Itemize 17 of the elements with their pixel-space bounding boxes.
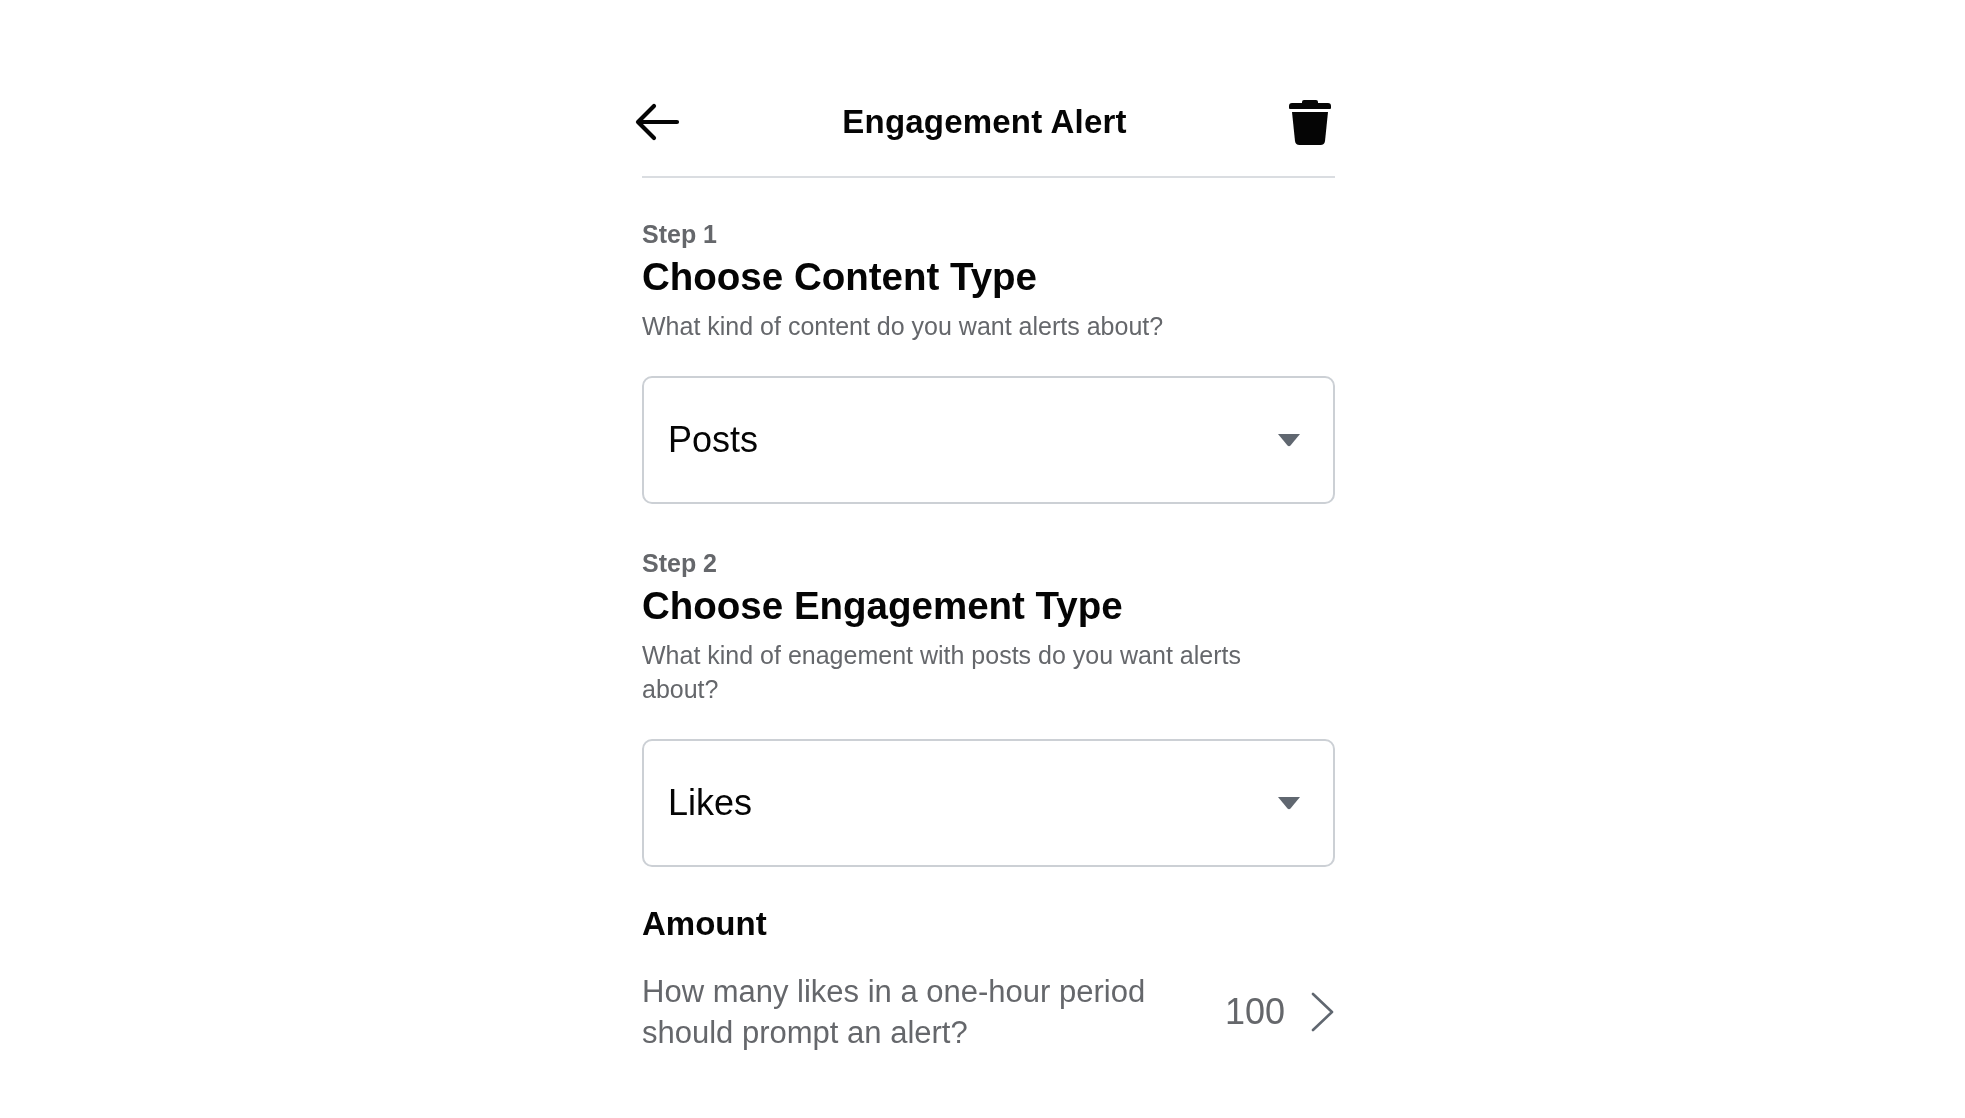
dropdown[interactable]: Posts [642, 376, 1335, 504]
caret-icon [1277, 433, 1301, 447]
dropdown[interactable]: Likes [642, 739, 1335, 867]
back-arrow-icon[interactable] [634, 103, 680, 141]
page-title: Engagement Alert [842, 103, 1127, 141]
step-label: Step 2 [642, 548, 719, 578]
step-label: Step 1 [642, 219, 719, 249]
chevron-right-icon [1311, 992, 1335, 1032]
section-heading: Amount [642, 905, 768, 943]
amount-question: How many likes in a one-hour period should prompt an alert? [642, 973, 1147, 1052]
caret-icon [1277, 796, 1301, 810]
amount-value[interactable]: 100 [1224, 991, 1335, 1033]
section-heading: Choose Content Type [642, 254, 1038, 300]
section-heading: Choose Engagement Type [642, 583, 1124, 629]
section-description: What kind of content do you want alerts about? [642, 311, 1165, 342]
section-description: What kind of enagement with posts do you want alerts about? [642, 640, 1242, 705]
trash-icon[interactable] [1289, 99, 1331, 145]
